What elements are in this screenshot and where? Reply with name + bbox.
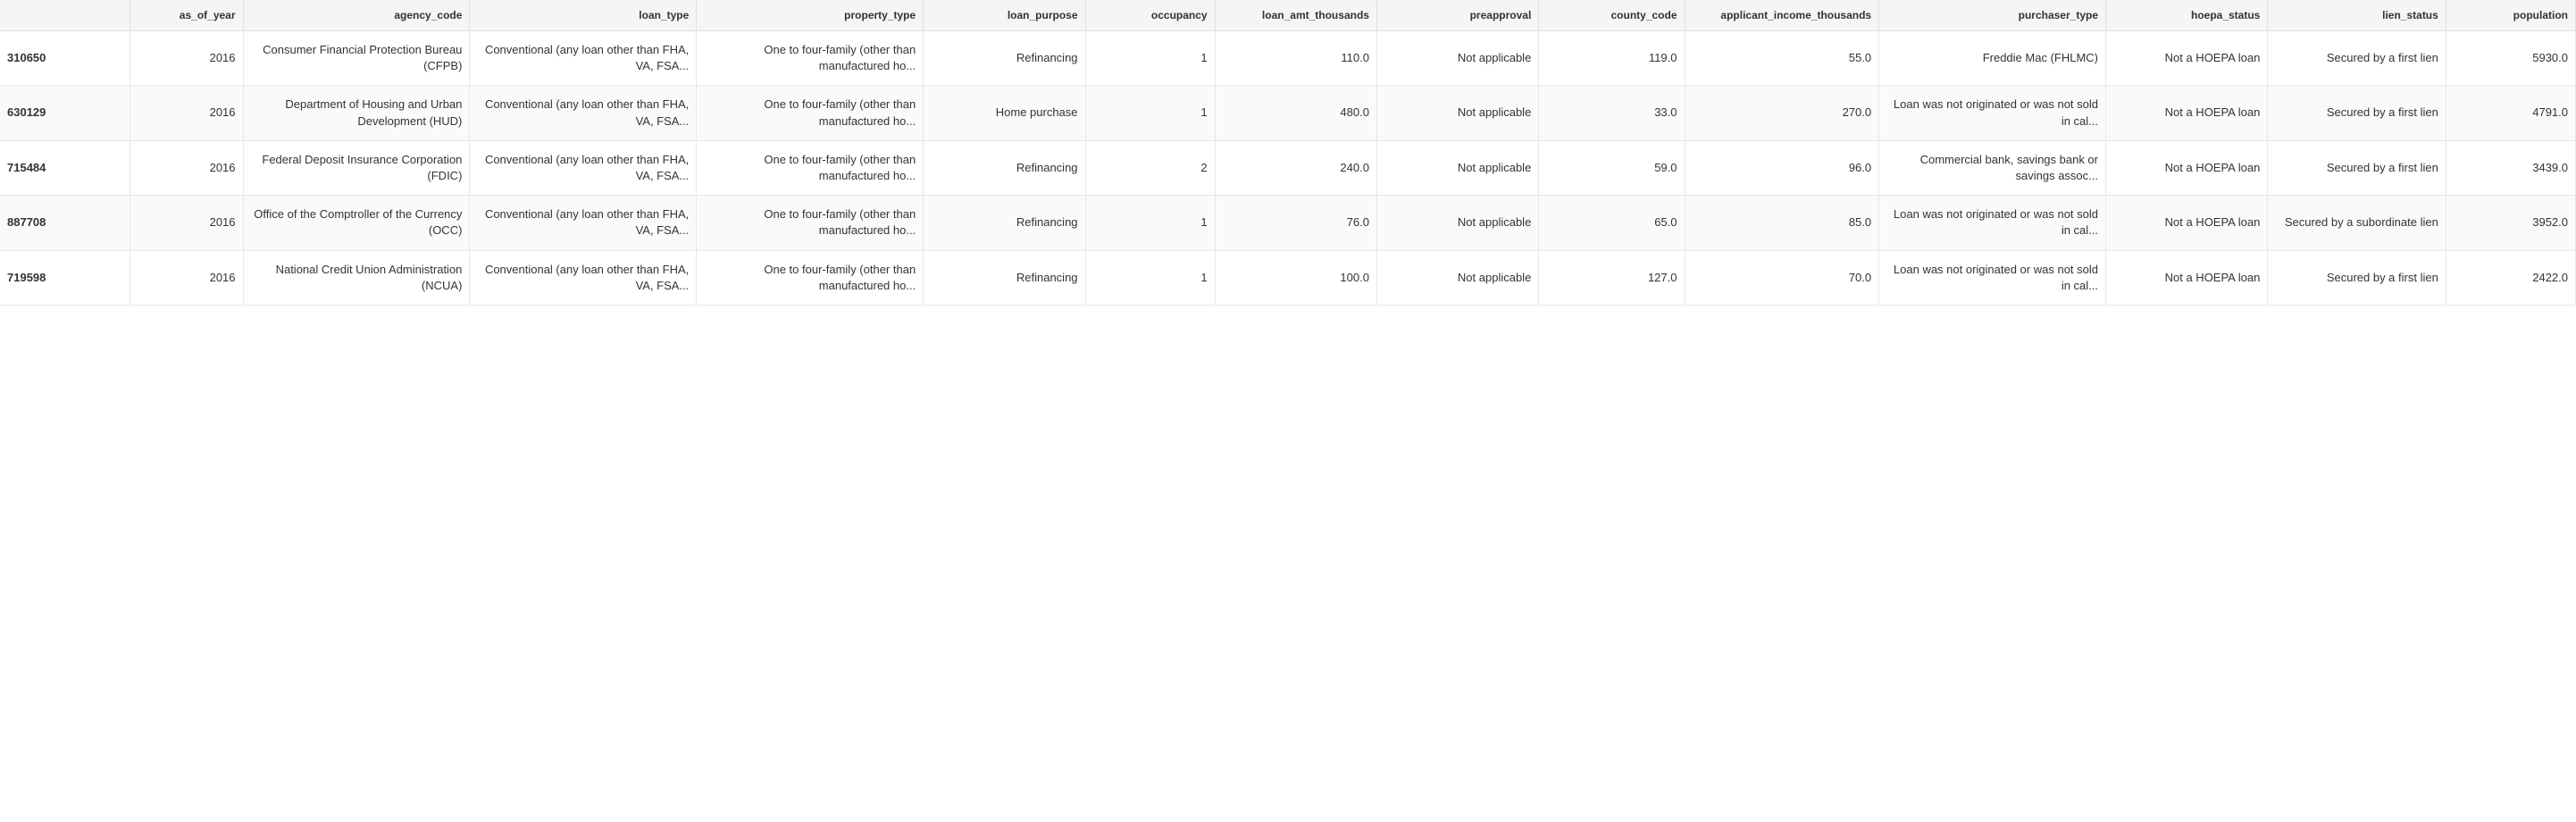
column-header-applicant_income_thousands[interactable]: applicant_income_thousands [1685, 0, 1879, 31]
cell-property_type: One to four-family (other than manufactu… [697, 250, 924, 305]
cell-loan_amt_thousands: 480.0 [1215, 86, 1376, 140]
cell-id: 715484 [0, 140, 130, 195]
cell-preapproval: Not applicable [1376, 31, 1538, 86]
cell-applicant_income_thousands: 85.0 [1685, 196, 1879, 250]
cell-county_code: 127.0 [1539, 250, 1685, 305]
cell-lien_status: Secured by a first lien [2268, 31, 2446, 86]
table-row: 7195982016National Credit Union Administ… [0, 250, 2576, 305]
cell-loan_type: Conventional (any loan other than FHA, V… [470, 31, 697, 86]
cell-purchaser_type: Loan was not originated or was not sold … [1879, 86, 2106, 140]
column-header-property_type[interactable]: property_type [697, 0, 924, 31]
cell-as_of_year: 2016 [130, 140, 243, 195]
cell-preapproval: Not applicable [1376, 140, 1538, 195]
cell-loan_type: Conventional (any loan other than FHA, V… [470, 250, 697, 305]
cell-agency_code: National Credit Union Administration (NC… [243, 250, 470, 305]
cell-loan_purpose: Refinancing [924, 250, 1085, 305]
cell-lien_status: Secured by a subordinate lien [2268, 196, 2446, 250]
cell-loan_amt_thousands: 100.0 [1215, 250, 1376, 305]
cell-occupancy: 1 [1085, 250, 1215, 305]
cell-loan_purpose: Refinancing [924, 196, 1085, 250]
cell-hoepa_status: Not a HOEPA loan [2106, 196, 2268, 250]
cell-preapproval: Not applicable [1376, 196, 1538, 250]
cell-property_type: One to four-family (other than manufactu… [697, 31, 924, 86]
cell-population: 5930.0 [2446, 31, 2575, 86]
column-header-county_code[interactable]: county_code [1539, 0, 1685, 31]
cell-purchaser_type: Commercial bank, savings bank or savings… [1879, 140, 2106, 195]
data-table: as_of_yearagency_codeloan_typeproperty_t… [0, 0, 2576, 306]
cell-purchaser_type: Loan was not originated or was not sold … [1879, 250, 2106, 305]
column-header-purchaser_type[interactable]: purchaser_type [1879, 0, 2106, 31]
table-body: 3106502016Consumer Financial Protection … [0, 31, 2576, 306]
cell-hoepa_status: Not a HOEPA loan [2106, 86, 2268, 140]
cell-hoepa_status: Not a HOEPA loan [2106, 140, 2268, 195]
cell-loan_amt_thousands: 240.0 [1215, 140, 1376, 195]
cell-agency_code: Department of Housing and Urban Developm… [243, 86, 470, 140]
cell-occupancy: 1 [1085, 86, 1215, 140]
table-header-row: as_of_yearagency_codeloan_typeproperty_t… [0, 0, 2576, 31]
cell-property_type: One to four-family (other than manufactu… [697, 196, 924, 250]
cell-id: 630129 [0, 86, 130, 140]
cell-loan_purpose: Refinancing [924, 31, 1085, 86]
cell-hoepa_status: Not a HOEPA loan [2106, 250, 2268, 305]
cell-lien_status: Secured by a first lien [2268, 250, 2446, 305]
column-header-as_of_year[interactable]: as_of_year [130, 0, 243, 31]
cell-purchaser_type: Freddie Mac (FHLMC) [1879, 31, 2106, 86]
cell-loan_type: Conventional (any loan other than FHA, V… [470, 196, 697, 250]
cell-property_type: One to four-family (other than manufactu… [697, 140, 924, 195]
cell-applicant_income_thousands: 96.0 [1685, 140, 1879, 195]
cell-property_type: One to four-family (other than manufactu… [697, 86, 924, 140]
cell-applicant_income_thousands: 70.0 [1685, 250, 1879, 305]
cell-loan_purpose: Home purchase [924, 86, 1085, 140]
column-header-occupancy[interactable]: occupancy [1085, 0, 1215, 31]
column-header-loan_type[interactable]: loan_type [470, 0, 697, 31]
cell-loan_purpose: Refinancing [924, 140, 1085, 195]
cell-lien_status: Secured by a first lien [2268, 86, 2446, 140]
cell-preapproval: Not applicable [1376, 250, 1538, 305]
cell-agency_code: Office of the Comptroller of the Currenc… [243, 196, 470, 250]
column-header-hoepa_status[interactable]: hoepa_status [2106, 0, 2268, 31]
cell-applicant_income_thousands: 270.0 [1685, 86, 1879, 140]
column-header-agency_code[interactable]: agency_code [243, 0, 470, 31]
cell-applicant_income_thousands: 55.0 [1685, 31, 1879, 86]
column-header-population[interactable]: population [2446, 0, 2575, 31]
cell-agency_code: Consumer Financial Protection Bureau (CF… [243, 31, 470, 86]
cell-county_code: 59.0 [1539, 140, 1685, 195]
cell-id: 719598 [0, 250, 130, 305]
cell-occupancy: 2 [1085, 140, 1215, 195]
cell-preapproval: Not applicable [1376, 86, 1538, 140]
cell-population: 4791.0 [2446, 86, 2575, 140]
cell-as_of_year: 2016 [130, 250, 243, 305]
cell-lien_status: Secured by a first lien [2268, 140, 2446, 195]
column-header-preapproval[interactable]: preapproval [1376, 0, 1538, 31]
cell-occupancy: 1 [1085, 31, 1215, 86]
cell-id: 887708 [0, 196, 130, 250]
cell-loan_type: Conventional (any loan other than FHA, V… [470, 86, 697, 140]
cell-id: 310650 [0, 31, 130, 86]
table-row: 6301292016Department of Housing and Urba… [0, 86, 2576, 140]
column-header-lien_status[interactable]: lien_status [2268, 0, 2446, 31]
cell-as_of_year: 2016 [130, 196, 243, 250]
cell-county_code: 33.0 [1539, 86, 1685, 140]
cell-population: 2422.0 [2446, 250, 2575, 305]
column-header-loan_purpose[interactable]: loan_purpose [924, 0, 1085, 31]
column-header-loan_amt_thousands[interactable]: loan_amt_thousands [1215, 0, 1376, 31]
cell-loan_type: Conventional (any loan other than FHA, V… [470, 140, 697, 195]
table-row: 8877082016Office of the Comptroller of t… [0, 196, 2576, 250]
table-row: 7154842016Federal Deposit Insurance Corp… [0, 140, 2576, 195]
cell-county_code: 65.0 [1539, 196, 1685, 250]
cell-agency_code: Federal Deposit Insurance Corporation (F… [243, 140, 470, 195]
cell-county_code: 119.0 [1539, 31, 1685, 86]
cell-as_of_year: 2016 [130, 31, 243, 86]
cell-population: 3439.0 [2446, 140, 2575, 195]
cell-hoepa_status: Not a HOEPA loan [2106, 31, 2268, 86]
column-header-id[interactable] [0, 0, 130, 31]
cell-as_of_year: 2016 [130, 86, 243, 140]
table-row: 3106502016Consumer Financial Protection … [0, 31, 2576, 86]
cell-purchaser_type: Loan was not originated or was not sold … [1879, 196, 2106, 250]
cell-loan_amt_thousands: 110.0 [1215, 31, 1376, 86]
cell-occupancy: 1 [1085, 196, 1215, 250]
cell-loan_amt_thousands: 76.0 [1215, 196, 1376, 250]
cell-population: 3952.0 [2446, 196, 2575, 250]
